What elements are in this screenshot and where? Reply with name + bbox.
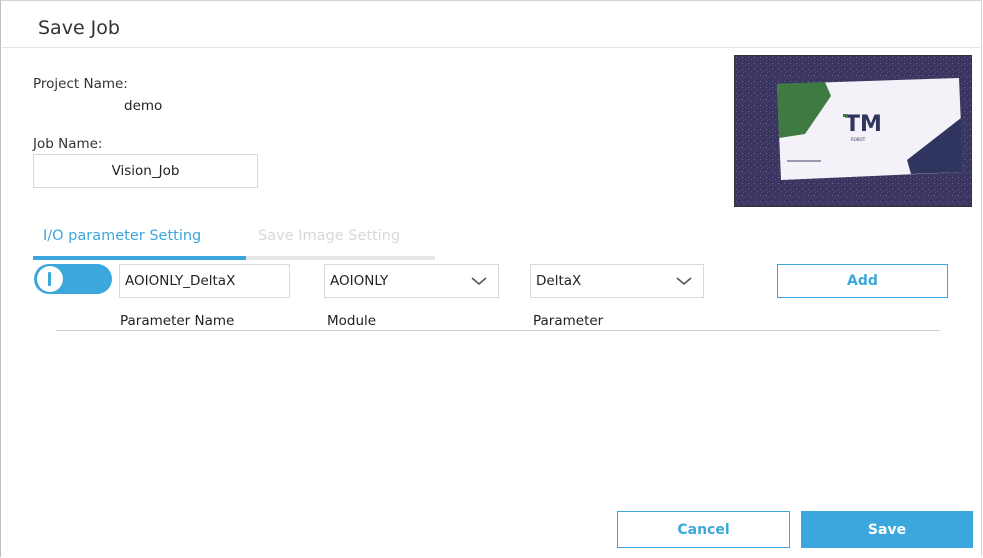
tab-io-parameter-setting[interactable]: I/O parameter Setting [43,228,201,244]
tab-save-image-setting[interactable]: Save Image Setting [258,228,400,244]
column-header-module: Module [327,313,377,329]
job-name-label: Job Name: [33,136,103,152]
parameter-select[interactable]: DeltaX [530,264,704,298]
module-select-value: AOIONLY [330,273,389,289]
tab-active-indicator [33,256,246,260]
parameter-select-value: DeltaX [536,273,582,289]
parameter-name-input[interactable] [119,264,290,298]
chevron-down-icon [471,277,487,286]
camera-preview-image: TM ROBOT [734,55,972,207]
preview-logo-text: TM [845,112,882,137]
project-name-label: Project Name: [33,76,128,92]
preview-logo-subtext: ROBOT [851,137,866,142]
title-divider [2,47,982,48]
module-select[interactable]: AOIONLY [324,264,499,298]
dialog-title: Save Job [38,17,120,39]
project-name-value: demo [124,98,163,114]
chevron-down-icon [676,277,692,286]
column-header-parameter-name: Parameter Name [120,313,235,329]
job-name-field[interactable]: Vision_Job [33,154,258,188]
enable-toggle[interactable] [34,264,112,294]
save-button[interactable]: Save [801,511,973,548]
column-header-parameter: Parameter [533,313,604,329]
add-button[interactable]: Add [777,264,948,298]
save-job-dialog: Save Job Project Name: demo Job Name: Vi… [0,0,982,557]
table-header-divider [56,330,940,331]
toggle-knob [37,266,63,292]
cancel-button[interactable]: Cancel [617,511,790,548]
